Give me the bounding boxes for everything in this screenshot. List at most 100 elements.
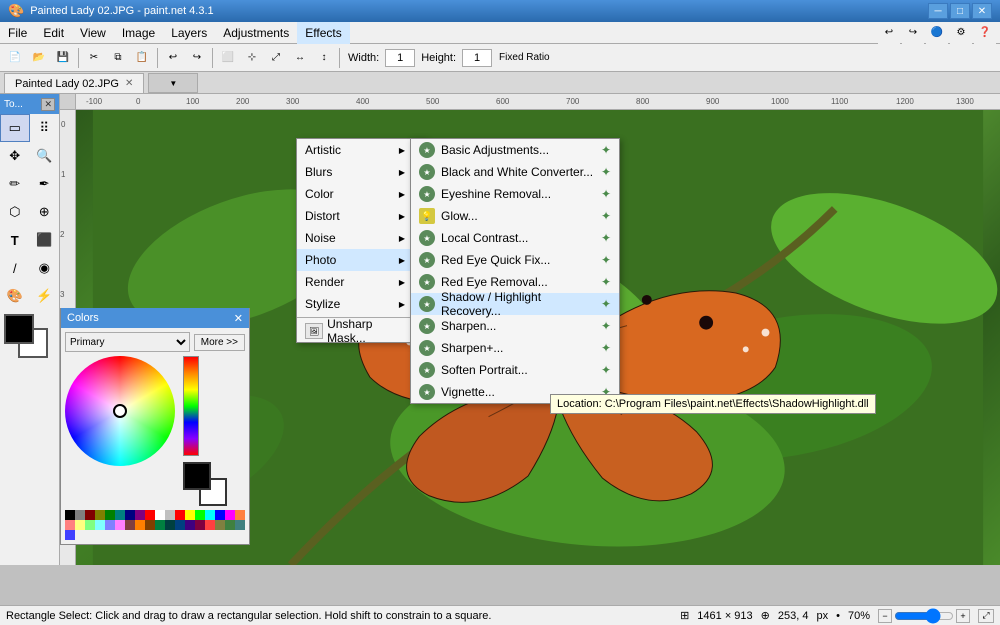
palette-color-swatch[interactable] [115, 510, 125, 520]
hue-slider[interactable] [183, 356, 199, 456]
palette-color-swatch[interactable] [175, 510, 185, 520]
menu-render[interactable]: Render ▶ [297, 271, 425, 293]
menu-blurs[interactable]: Blurs ▶ [297, 161, 425, 183]
submenu-red-eye-quick[interactable]: ★ Red Eye Quick Fix... ✦ [411, 249, 619, 271]
toolbar-icon-4[interactable]: ⚙ [950, 22, 972, 44]
palette-color-swatch[interactable] [75, 520, 85, 530]
resize-button[interactable]: ⤢ [265, 47, 287, 69]
fg-color-swatch[interactable] [4, 314, 34, 344]
redo-button[interactable]: ↪ [186, 47, 208, 69]
menu-artistic[interactable]: Artistic ▶ [297, 139, 425, 161]
flip-v-button[interactable]: ↕ [313, 47, 335, 69]
menu-view[interactable]: View [72, 22, 114, 44]
palette-color-swatch[interactable] [85, 510, 95, 520]
palette-color-swatch[interactable] [205, 520, 215, 530]
palette-color-swatch[interactable] [205, 510, 215, 520]
tab-close-button[interactable]: ✕ [125, 78, 133, 89]
palette-color-swatch[interactable] [85, 520, 95, 530]
flip-h-button[interactable]: ↔ [289, 47, 311, 69]
submenu-local-contrast[interactable]: ★ Local Contrast... ✦ [411, 227, 619, 249]
palette-color-swatch[interactable] [145, 520, 155, 530]
tool-rect-select[interactable]: ▭ [0, 114, 30, 142]
maximize-button[interactable]: □ [950, 3, 970, 19]
colors-close-button[interactable]: ✕ [234, 312, 243, 325]
tool-brush[interactable]: ✒ [30, 170, 60, 198]
zoom-out-button[interactable]: − [878, 609, 892, 623]
fg-bg-selector[interactable] [4, 314, 48, 358]
submenu-basic-adjustments[interactable]: ★ Basic Adjustments... ✦ [411, 139, 619, 161]
menu-photo[interactable]: Photo ▶ [297, 249, 425, 271]
palette-color-swatch[interactable] [75, 510, 85, 520]
tool-close[interactable]: ✕ [41, 98, 55, 111]
deselect-button[interactable]: ⬜ [217, 47, 239, 69]
close-button[interactable]: ✕ [972, 3, 992, 19]
submenu-glow[interactable]: 💡 Glow... ✦ [411, 205, 619, 227]
color-type-dropdown[interactable]: Primary Secondary [65, 332, 190, 352]
palette-color-swatch[interactable] [165, 520, 175, 530]
palette-color-swatch[interactable] [155, 520, 165, 530]
palette-color-swatch[interactable] [235, 520, 245, 530]
menu-adjustments[interactable]: Adjustments [215, 22, 297, 44]
crop-button[interactable]: ⊹ [241, 47, 263, 69]
menu-stylize[interactable]: Stylize ▶ [297, 293, 425, 315]
palette-color-swatch[interactable] [195, 520, 205, 530]
tool-lasso-select[interactable]: ⠿ [30, 114, 60, 142]
submenu-shadow-highlight[interactable]: ★ Shadow / Highlight Recovery... ✦ [411, 293, 619, 315]
palette-color-swatch[interactable] [125, 520, 135, 530]
fg-color-chip[interactable] [183, 462, 211, 490]
menu-edit[interactable]: Edit [35, 22, 72, 44]
paste-button[interactable]: 📋 [131, 47, 153, 69]
tool-move[interactable]: ✥ [0, 142, 30, 170]
menu-unsharp-mask[interactable]: 🖼 Unsharp Mask... [297, 320, 425, 342]
open-button[interactable]: 📂 [28, 47, 50, 69]
palette-color-swatch[interactable] [195, 510, 205, 520]
submenu-sharpen-plus[interactable]: ★ Sharpen+... ✦ [411, 337, 619, 359]
menu-color[interactable]: Color ▶ [297, 183, 425, 205]
menu-effects[interactable]: Effects [297, 22, 349, 44]
submenu-sharpen[interactable]: ★ Sharpen... ✦ [411, 315, 619, 337]
tool-fill[interactable]: ⊕ [30, 198, 60, 226]
tool-text[interactable]: T [0, 226, 30, 254]
minimize-button[interactable]: ─ [928, 3, 948, 19]
palette-color-swatch[interactable] [65, 530, 75, 540]
tool-magic-wand[interactable]: ⚡ [30, 282, 60, 310]
toolbar-icon-3[interactable]: 🔵 [926, 22, 948, 44]
submenu-eyeshine[interactable]: ★ Eyeshine Removal... ✦ [411, 183, 619, 205]
palette-color-swatch[interactable] [235, 510, 245, 520]
palette-color-swatch[interactable] [215, 520, 225, 530]
palette-color-swatch[interactable] [165, 510, 175, 520]
cut-button[interactable]: ✂ [83, 47, 105, 69]
menu-file[interactable]: File [0, 22, 35, 44]
submenu-bw-converter[interactable]: ★ Black and White Converter... ✦ [411, 161, 619, 183]
tool-zoom[interactable]: 🔍 [30, 142, 60, 170]
palette-color-swatch[interactable] [95, 510, 105, 520]
palette-color-swatch[interactable] [155, 510, 165, 520]
tool-shapes[interactable]: ⬛ [30, 226, 60, 254]
tool-clone[interactable]: ◉ [30, 254, 60, 282]
tool-pencil[interactable]: ✏ [0, 170, 30, 198]
colors-panel-header[interactable]: Colors ✕ [61, 308, 249, 328]
palette-color-swatch[interactable] [185, 520, 195, 530]
zoom-slider[interactable] [894, 609, 954, 623]
palette-color-swatch[interactable] [125, 510, 135, 520]
save-button[interactable]: 💾 [52, 47, 74, 69]
submenu-soften-portrait[interactable]: ★ Soften Portrait... ✦ [411, 359, 619, 381]
toolbar-icon-1[interactable]: ↩ [878, 22, 900, 44]
tab-painted-lady[interactable]: Painted Lady 02.JPG ✕ [4, 73, 144, 93]
palette-color-swatch[interactable] [225, 520, 235, 530]
palette-color-swatch[interactable] [135, 520, 145, 530]
copy-button[interactable]: ⧉ [107, 47, 129, 69]
palette-color-swatch[interactable] [135, 510, 145, 520]
palette-color-swatch[interactable] [185, 510, 195, 520]
tool-eraser[interactable]: ⬡ [0, 198, 30, 226]
palette-color-swatch[interactable] [105, 520, 115, 530]
menu-distort[interactable]: Distort ▶ [297, 205, 425, 227]
fit-view-button[interactable]: ⤢ [978, 609, 994, 623]
width-input[interactable] [385, 49, 415, 67]
palette-color-swatch[interactable] [65, 510, 75, 520]
palette-color-swatch[interactable] [175, 520, 185, 530]
palette-color-swatch[interactable] [115, 520, 125, 530]
palette-color-swatch[interactable] [145, 510, 155, 520]
menu-image[interactable]: Image [114, 22, 163, 44]
height-input[interactable] [462, 49, 492, 67]
